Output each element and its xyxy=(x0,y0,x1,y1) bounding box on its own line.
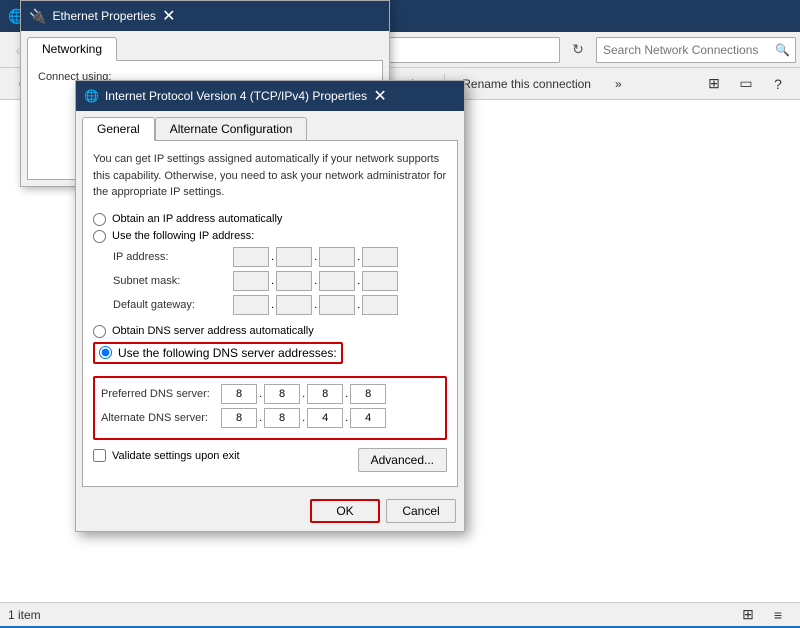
auto-dns-radio[interactable] xyxy=(93,325,106,338)
ethernet-close-button[interactable]: ✕ xyxy=(156,3,182,29)
subnet-input: . . . xyxy=(233,271,398,291)
ipv4-tab-general[interactable]: General xyxy=(82,117,155,141)
bottom-row: Validate settings upon exit Advanced... xyxy=(93,448,447,472)
gateway-input: . . . xyxy=(233,295,398,315)
ok-button[interactable]: OK xyxy=(310,499,380,523)
ethernet-tab-networking[interactable]: Networking xyxy=(27,37,117,61)
gw-seg3[interactable] xyxy=(319,295,355,315)
pdns-seg1[interactable] xyxy=(221,384,257,404)
subnet-seg2[interactable] xyxy=(276,271,312,291)
dns-fields-box: Preferred DNS server: . . . Alternate DN… xyxy=(93,376,447,440)
gateway-row: Default gateway: . . . xyxy=(113,295,447,315)
subnet-seg4[interactable] xyxy=(362,271,398,291)
ipv4-dialog-buttons: OK Cancel xyxy=(76,493,464,531)
ip-seg1[interactable] xyxy=(233,247,269,267)
ethernet-title-bar: 🔌 Ethernet Properties ✕ xyxy=(21,1,389,31)
refresh-button[interactable]: ↻ xyxy=(564,36,592,64)
subnet-seg1[interactable] xyxy=(233,271,269,291)
preview-pane-button[interactable]: ▭ xyxy=(732,71,760,97)
validate-checkbox-label[interactable]: Validate settings upon exit xyxy=(93,449,240,462)
preferred-dns-row: Preferred DNS server: . . . xyxy=(101,384,439,404)
ip-address-label: IP address: xyxy=(113,251,233,263)
auto-ip-label[interactable]: Obtain an IP address automatically xyxy=(93,213,447,226)
view-toggle-button[interactable]: ⊞ xyxy=(700,71,728,97)
alternate-dns-input: . . . xyxy=(221,408,386,428)
ip-seg2[interactable] xyxy=(276,247,312,267)
help-button[interactable]: ? xyxy=(764,71,792,97)
ethernet-tabs: Networking xyxy=(21,31,389,60)
view-large-icon[interactable]: ⊞ xyxy=(734,602,762,628)
pdns-seg2[interactable] xyxy=(264,384,300,404)
subnet-row: Subnet mask: . . . xyxy=(113,271,447,291)
auto-dns-text: Obtain DNS server address automatically xyxy=(112,325,314,337)
advanced-button[interactable]: Advanced... xyxy=(358,448,447,472)
validate-text: Validate settings upon exit xyxy=(112,450,240,462)
ethernet-dialog-icon: 🔌 xyxy=(29,8,46,25)
ip-seg4[interactable] xyxy=(362,247,398,267)
preferred-dns-input: . . . xyxy=(221,384,386,404)
auto-dns-group: Obtain DNS server address automatically xyxy=(93,325,447,338)
ip-address-row: IP address: . . . xyxy=(113,247,447,267)
ipv4-dialog: 🌐 Internet Protocol Version 4 (TCP/IPv4)… xyxy=(75,80,465,532)
auto-ip-radio[interactable] xyxy=(93,213,106,226)
manual-ip-radio[interactable] xyxy=(93,230,106,243)
toolbar-right: ⊞ ▭ ? xyxy=(700,71,792,97)
ipv4-content: You can get IP settings assigned automat… xyxy=(82,140,458,487)
status-right: ⊞ ≡ xyxy=(734,602,792,628)
manual-ip-text: Use the following IP address: xyxy=(112,230,254,242)
adns-seg2[interactable] xyxy=(264,408,300,428)
ip-fields: IP address: . . . Subnet mask: . . xyxy=(113,247,447,315)
cancel-button[interactable]: Cancel xyxy=(386,499,456,523)
ipv4-tab-alternate[interactable]: Alternate Configuration xyxy=(155,117,308,140)
gw-seg1[interactable] xyxy=(233,295,269,315)
more-button[interactable]: » xyxy=(604,71,633,97)
alternate-dns-row: Alternate DNS server: . . . xyxy=(101,408,439,428)
manual-ip-label[interactable]: Use the following IP address: xyxy=(93,230,447,243)
manual-dns-text: Use the following DNS server addresses: xyxy=(118,346,337,360)
ipv4-tabs: General Alternate Configuration xyxy=(76,111,464,140)
search-input[interactable] xyxy=(596,37,796,63)
gw-seg4[interactable] xyxy=(362,295,398,315)
ipv4-dialog-icon: 🌐 xyxy=(84,89,99,103)
ip-seg3[interactable] xyxy=(319,247,355,267)
auto-ip-text: Obtain an IP address automatically xyxy=(112,213,282,225)
pdns-seg4[interactable] xyxy=(350,384,386,404)
ipv4-title-bar: 🌐 Internet Protocol Version 4 (TCP/IPv4)… xyxy=(76,81,464,111)
manual-ip-group: Use the following IP address: xyxy=(93,230,447,243)
subnet-seg3[interactable] xyxy=(319,271,355,291)
ipv4-close-button[interactable]: ✕ xyxy=(367,83,393,109)
gw-seg2[interactable] xyxy=(276,295,312,315)
status-bar: 1 item ⊞ ≡ xyxy=(0,602,800,626)
ip-address-input: . . . xyxy=(233,247,398,267)
adns-seg4[interactable] xyxy=(350,408,386,428)
ipv4-dialog-title: Internet Protocol Version 4 (TCP/IPv4) P… xyxy=(105,89,367,103)
manual-dns-radio[interactable] xyxy=(99,346,112,359)
rename-button[interactable]: Rename this connection xyxy=(451,71,602,97)
manual-dns-highlight: Use the following DNS server addresses: xyxy=(93,342,343,364)
auto-dns-label[interactable]: Obtain DNS server address automatically xyxy=(93,325,447,338)
validate-checkbox[interactable] xyxy=(93,449,106,462)
auto-ip-group: Obtain an IP address automatically xyxy=(93,213,447,226)
ethernet-dialog-title: Ethernet Properties xyxy=(52,9,155,23)
pdns-seg3[interactable] xyxy=(307,384,343,404)
alternate-dns-label: Alternate DNS server: xyxy=(101,412,221,424)
status-items: 1 item xyxy=(8,608,41,622)
manual-dns-highlight-wrapper: Use the following DNS server addresses: xyxy=(93,342,447,370)
ipv4-info-text: You can get IP settings assigned automat… xyxy=(93,151,447,201)
preferred-dns-label: Preferred DNS server: xyxy=(101,388,221,400)
search-wrapper: 🔍 xyxy=(596,37,796,63)
adns-seg1[interactable] xyxy=(221,408,257,428)
subnet-label: Subnet mask: xyxy=(113,275,233,287)
gateway-label: Default gateway: xyxy=(113,299,233,311)
adns-seg3[interactable] xyxy=(307,408,343,428)
view-list-icon[interactable]: ≡ xyxy=(764,602,792,628)
